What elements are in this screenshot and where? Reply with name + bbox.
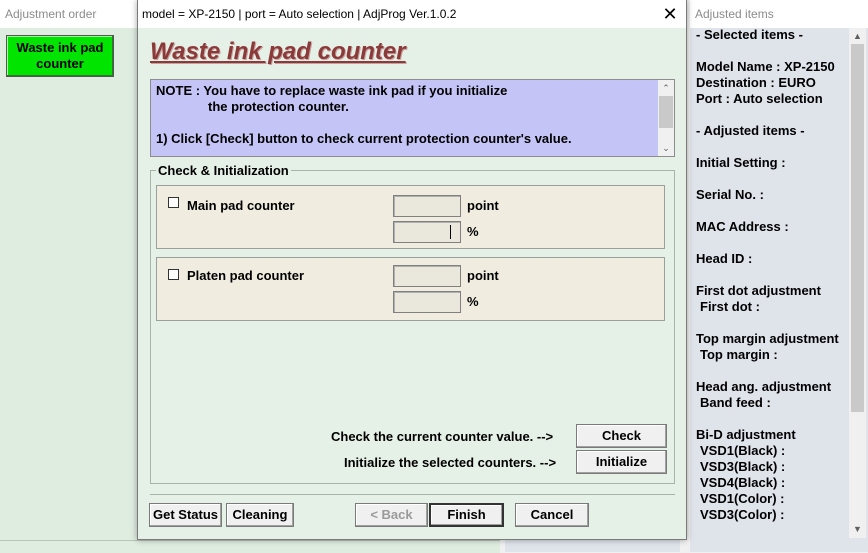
adjusted-item-line: - Selected items - (696, 27, 803, 42)
adjusted-item-line: Head ang. adjustment (696, 379, 832, 394)
note-box: NOTE : You have to replace waste ink pad… (150, 79, 675, 157)
platen-pad-percent-field (393, 291, 461, 313)
adjusted-item-line: Top margin adjustment (696, 331, 839, 346)
main-pad-label: Main pad counter (187, 198, 295, 213)
scroll-down-icon[interactable]: ▼ (849, 521, 866, 537)
note-line-1: NOTE : You have to replace waste ink pad… (156, 83, 508, 98)
platen-pad-point-field (393, 265, 461, 287)
platen-pad-point-unit: point (467, 268, 499, 283)
adjusted-item-line: Bi-D adjustment (696, 427, 796, 442)
adjusted-item-line: Band feed : (700, 395, 771, 410)
adjusted-items-title: Adjusted items (690, 0, 868, 28)
note-scroll-up-icon[interactable]: ⌃ (658, 80, 674, 96)
close-icon[interactable]: ✕ (656, 2, 684, 26)
scroll-up-icon[interactable]: ▲ (849, 28, 866, 44)
main-pad-counter-panel: Main pad counter point % (156, 185, 665, 249)
cleaning-button[interactable]: Cleaning (226, 503, 294, 527)
get-status-button[interactable]: Get Status (149, 503, 222, 527)
scrollbar-thumb[interactable] (851, 44, 864, 412)
main-pad-percent-unit: % (467, 224, 479, 239)
adjusted-item-line: First dot : (700, 299, 760, 314)
background-window-edge (0, 540, 500, 553)
note-line-3: 1) Click [Check] button to check current… (156, 131, 572, 146)
adjusted-item-line: Top margin : (700, 347, 778, 362)
platen-pad-label: Platen pad counter (187, 268, 305, 283)
platen-pad-checkbox[interactable] (168, 269, 179, 280)
check-instruction: Check the current counter value. --> (331, 429, 554, 444)
adjusted-item-line: First dot adjustment (696, 283, 821, 298)
adjusted-item-line: Initial Setting : (696, 155, 786, 170)
waste-ink-pad-button[interactable]: Waste ink pad counter (6, 35, 114, 77)
adjusted-item-line: VSD3(Color) : (700, 507, 785, 522)
adjusted-item-line: VSD3(Black) : (700, 459, 786, 474)
adjusted-item-line: VSD1(Color) : (700, 491, 785, 506)
group-label: Check & Initialization (156, 163, 291, 178)
platen-pad-counter-panel: Platen pad counter point % (156, 257, 665, 321)
adjusted-item-line: Model Name : XP-2150 (696, 59, 835, 74)
main-pad-checkbox[interactable] (168, 197, 179, 208)
adjusted-item-line: Serial No. : (696, 187, 764, 202)
check-button[interactable]: Check (576, 424, 667, 448)
adjustment-order-title: Adjustment order (0, 0, 138, 28)
note-line-2: the protection counter. (208, 99, 349, 114)
background-window-edge-2 (505, 540, 680, 552)
initialize-button[interactable]: Initialize (576, 450, 667, 474)
cancel-button[interactable]: Cancel (515, 503, 589, 527)
adjusted-item-line: MAC Address : (696, 219, 789, 234)
platen-pad-percent-unit: % (467, 294, 479, 309)
bottom-divider (150, 494, 675, 495)
note-scrollbar-thumb[interactable] (659, 96, 673, 128)
adjusted-item-line: Head ID : (696, 251, 753, 266)
initialize-instruction: Initialize the selected counters. --> (344, 455, 557, 470)
main-pad-point-field (393, 195, 461, 217)
adjusted-item-line: Port : Auto selection (696, 91, 823, 106)
back-button[interactable]: < Back (355, 503, 428, 527)
main-pad-point-unit: point (467, 198, 499, 213)
note-scroll-down-icon[interactable]: ⌄ (658, 140, 674, 156)
adjusted-item-line: VSD1(Black) : (700, 443, 786, 458)
dialog-title: model = XP-2150 | port = Auto selection … (142, 7, 457, 21)
text-cursor (450, 225, 451, 239)
adjusted-item-line: VSD4(Black) : (700, 475, 786, 490)
page-title: Waste ink pad counter (150, 38, 406, 65)
adjusted-item-line: - Adjusted items - (696, 123, 805, 138)
adjusted-item-line: Destination : EURO (696, 75, 816, 90)
adjustment-order-window (0, 0, 139, 540)
finish-button[interactable]: Finish (429, 503, 504, 527)
